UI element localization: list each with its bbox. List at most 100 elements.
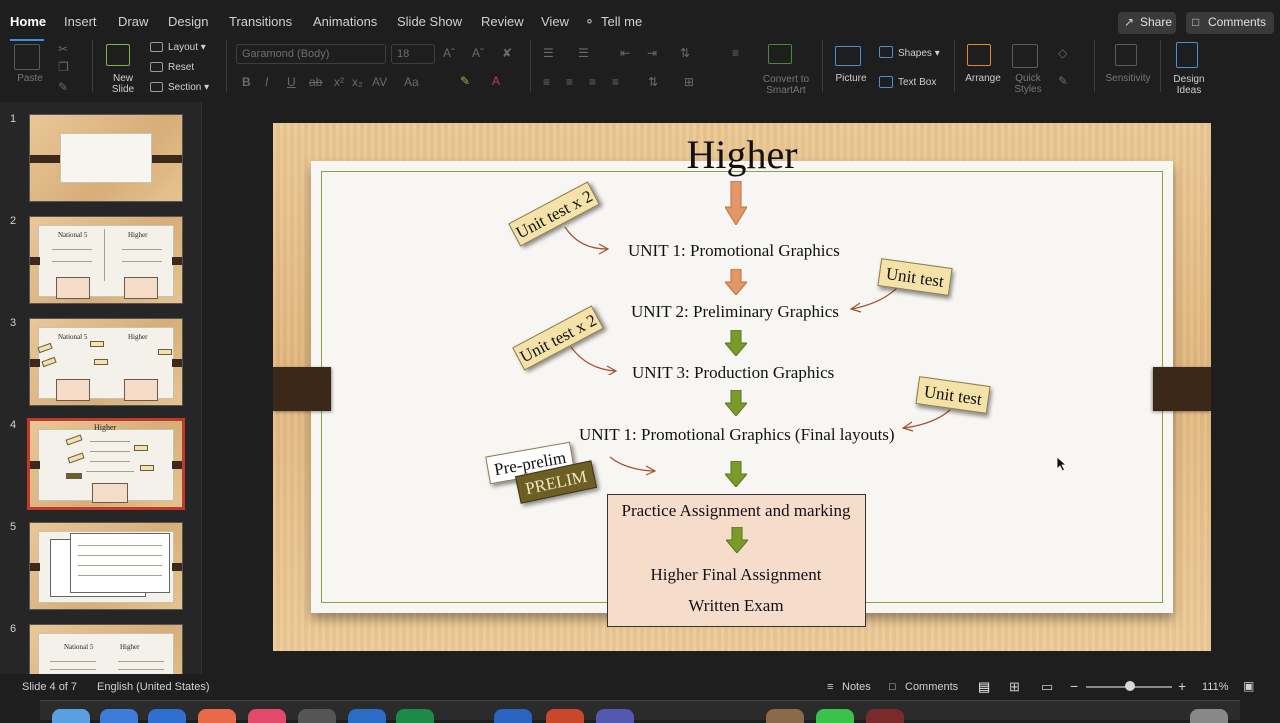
smartart-icon[interactable] xyxy=(768,44,792,64)
unit3-label[interactable]: UNIT 3: Production Graphics xyxy=(632,363,834,383)
cut-icon[interactable]: ✂ xyxy=(58,42,68,56)
new-slide-button[interactable]: New Slide xyxy=(100,73,146,95)
copy-icon[interactable]: ❐ xyxy=(58,60,69,74)
messages-icon[interactable] xyxy=(816,709,854,723)
decrease-font-icon[interactable]: Aˇ xyxy=(472,46,484,60)
slide-title[interactable]: Higher xyxy=(273,131,1211,178)
align-left-icon[interactable]: ≡ xyxy=(543,75,550,89)
down-arrow-orange[interactable] xyxy=(725,181,747,225)
zoom-in-icon[interactable]: + xyxy=(1178,678,1186,694)
down-arrow-orange[interactable] xyxy=(725,269,747,295)
align-center-icon[interactable]: ≡ xyxy=(566,75,573,89)
new-slide-icon[interactable] xyxy=(106,44,130,66)
justify-icon[interactable]: ≡ xyxy=(612,75,619,89)
format-painter-icon[interactable]: ✎ xyxy=(58,80,68,94)
current-slide[interactable]: Higher UNIT 1: Promotional Graphics UNIT… xyxy=(273,123,1211,651)
text-direction-icon[interactable]: ⇅ xyxy=(648,75,658,89)
safari-icon[interactable] xyxy=(100,709,138,723)
down-arrow-green[interactable] xyxy=(725,330,747,356)
trash-icon[interactable] xyxy=(1190,709,1228,723)
tab-slide-show[interactable]: Slide Show xyxy=(397,14,462,29)
zoom-out-icon[interactable]: − xyxy=(1070,678,1078,694)
design-ideas-icon[interactable] xyxy=(1176,42,1198,68)
arrange-button[interactable]: Arrange xyxy=(962,73,1004,84)
unit1-label[interactable]: UNIT 1: Promotional Graphics xyxy=(628,241,840,261)
line-spacing-icon[interactable]: ⇅ xyxy=(680,46,690,60)
slide-thumbnail-6[interactable]: National 5 Higher xyxy=(29,624,183,674)
font-name-dropdown[interactable]: Garamond (Body) xyxy=(236,44,386,64)
tab-view[interactable]: View xyxy=(541,14,569,29)
quick-styles-icon[interactable] xyxy=(1012,44,1038,68)
excel-icon[interactable] xyxy=(396,709,434,723)
shape-outline-icon[interactable]: ✎ xyxy=(1058,74,1068,88)
photos-icon[interactable] xyxy=(198,709,236,723)
unit2-label[interactable]: UNIT 2: Preliminary Graphics xyxy=(631,302,839,322)
numbering-icon[interactable]: ☰ xyxy=(578,46,589,60)
down-arrow-green[interactable] xyxy=(725,390,747,416)
shape-fill-icon[interactable]: ◇ xyxy=(1058,46,1067,60)
word-icon[interactable] xyxy=(494,709,532,723)
normal-view-icon[interactable]: ▤ xyxy=(978,679,990,695)
change-case-icon[interactable]: Aa xyxy=(404,75,419,89)
tab-transitions[interactable]: Transitions xyxy=(229,14,292,29)
teams-icon[interactable] xyxy=(596,709,634,723)
layout-button[interactable]: Layout ▾ xyxy=(168,42,206,53)
char-spacing-icon[interactable]: AV xyxy=(372,75,387,89)
tab-home[interactable]: Home xyxy=(10,14,46,29)
align-text-icon[interactable]: ⊞ xyxy=(684,75,694,89)
slide-thumbnail-panel[interactable]: 1 2 National 5 Higher 3 National 5 Highe… xyxy=(0,102,202,674)
slide-thumbnail-1[interactable] xyxy=(29,114,183,202)
reset-button[interactable]: Reset xyxy=(168,62,194,73)
bullets-icon[interactable]: ☰ xyxy=(543,46,554,60)
font-size-dropdown[interactable]: 18 xyxy=(391,44,435,64)
font-color-icon[interactable]: A xyxy=(492,74,500,88)
reading-view-icon[interactable]: ▭ xyxy=(1041,679,1053,695)
zoom-level[interactable]: 111% xyxy=(1202,681,1229,693)
slide-sorter-icon[interactable]: ⊞ xyxy=(1009,679,1020,695)
finder-icon[interactable] xyxy=(52,709,90,723)
tab-draw[interactable]: Draw xyxy=(118,14,148,29)
tab-insert[interactable]: Insert xyxy=(64,14,97,29)
slide-thumbnail-2[interactable]: National 5 Higher xyxy=(29,216,183,304)
bold-icon[interactable]: B xyxy=(242,75,251,89)
fit-to-window-icon[interactable]: ▣ xyxy=(1243,679,1254,693)
subscript-icon[interactable]: x₂ xyxy=(352,75,363,89)
language-indicator[interactable]: English (United States) xyxy=(97,681,210,693)
outlook-icon[interactable] xyxy=(348,709,386,723)
comments-button[interactable]: □ Comments xyxy=(1186,12,1274,34)
preview-icon[interactable] xyxy=(766,709,804,723)
mail-icon[interactable] xyxy=(148,709,186,723)
music-icon[interactable] xyxy=(248,709,286,723)
sensitivity-icon[interactable] xyxy=(1115,44,1137,66)
align-right-icon[interactable]: ≡ xyxy=(589,75,596,89)
slide-thumbnail-3[interactable]: National 5 Higher xyxy=(29,318,183,406)
clear-format-icon[interactable]: ✘ xyxy=(502,46,512,60)
notes-button[interactable]: Notes xyxy=(842,681,871,693)
final-assessment-box[interactable]: Practice Assignment and marking Higher F… xyxy=(607,494,866,627)
underline-icon[interactable]: U xyxy=(287,75,296,89)
share-button[interactable]: ↗ Share xyxy=(1118,12,1176,34)
superscript-icon[interactable]: x² xyxy=(334,75,344,89)
sensitivity-button[interactable]: Sensitivity xyxy=(1100,73,1156,84)
italic-icon[interactable]: I xyxy=(265,75,268,89)
tab-animations[interactable]: Animations xyxy=(313,14,377,29)
design-ideas-button[interactable]: Design Ideas xyxy=(1166,74,1212,96)
tab-review[interactable]: Review xyxy=(481,14,524,29)
convert-smartart-button[interactable]: Convert to SmartArt xyxy=(758,74,814,96)
tab-design[interactable]: Design xyxy=(168,14,208,29)
picture-button[interactable]: Picture xyxy=(830,73,872,84)
shapes-button[interactable]: Shapes ▾ xyxy=(898,48,940,59)
arrange-icon[interactable] xyxy=(967,44,991,66)
picture-icon[interactable] xyxy=(835,46,861,66)
dictionary-icon[interactable] xyxy=(866,709,904,723)
section-button[interactable]: Section ▾ xyxy=(168,82,209,93)
slide-thumbnail-4[interactable]: Higher xyxy=(27,418,185,510)
quick-styles-button[interactable]: Quick Styles xyxy=(1006,73,1050,95)
powerpoint-icon[interactable] xyxy=(546,709,584,723)
decrease-indent-icon[interactable]: ⇤ xyxy=(620,46,630,60)
zoom-slider-handle[interactable] xyxy=(1125,681,1135,691)
increase-font-icon[interactable]: Aˆ xyxy=(443,46,455,60)
down-arrow-green[interactable] xyxy=(725,461,747,487)
comments-status-button[interactable]: Comments xyxy=(905,681,958,693)
paste-icon[interactable] xyxy=(14,44,40,70)
